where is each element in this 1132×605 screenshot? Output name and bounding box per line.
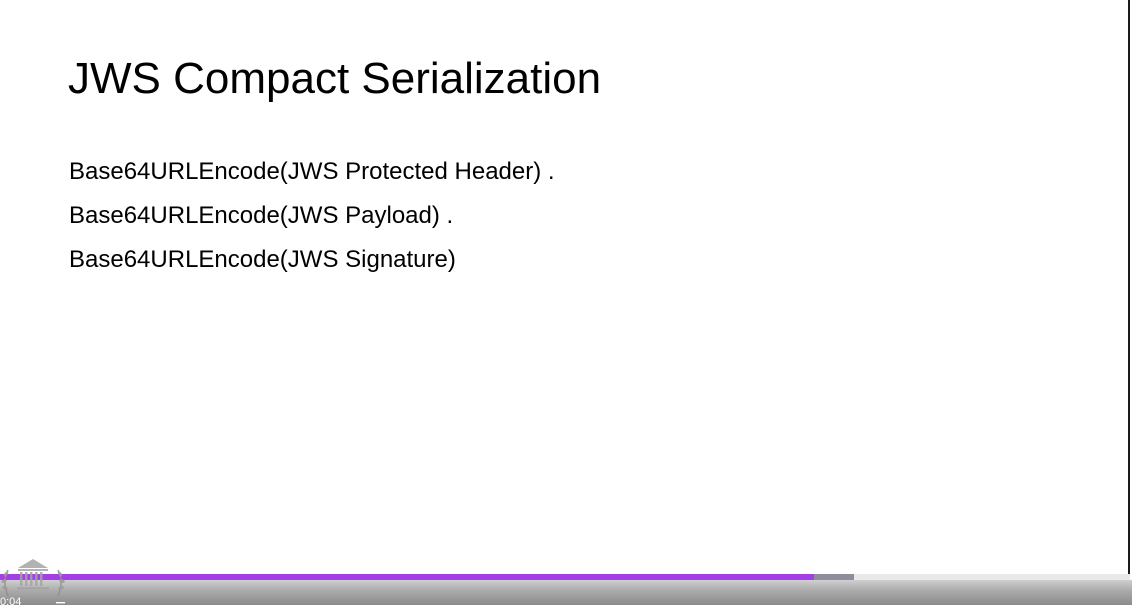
slide-border: [1128, 0, 1130, 580]
control-bar: [0, 580, 1132, 605]
video-player: JWS Compact Serialization Base64URLEncod…: [0, 0, 1132, 605]
slide-title: JWS Compact Serialization: [68, 54, 602, 103]
slide-body: Base64URLEncode(JWS Protected Header) . …: [69, 157, 555, 289]
slide-line-header: Base64URLEncode(JWS Protected Header) .: [69, 158, 555, 185]
presentation-slide: JWS Compact Serialization Base64URLEncod…: [0, 0, 1128, 573]
slide-line-payload: Base64URLEncode(JWS Payload) .: [69, 202, 454, 229]
slide-line-signature: Base64URLEncode(JWS Signature): [69, 246, 456, 273]
menu-icon[interactable]: [56, 597, 66, 605]
time-readout: 0:04: [0, 596, 22, 605]
